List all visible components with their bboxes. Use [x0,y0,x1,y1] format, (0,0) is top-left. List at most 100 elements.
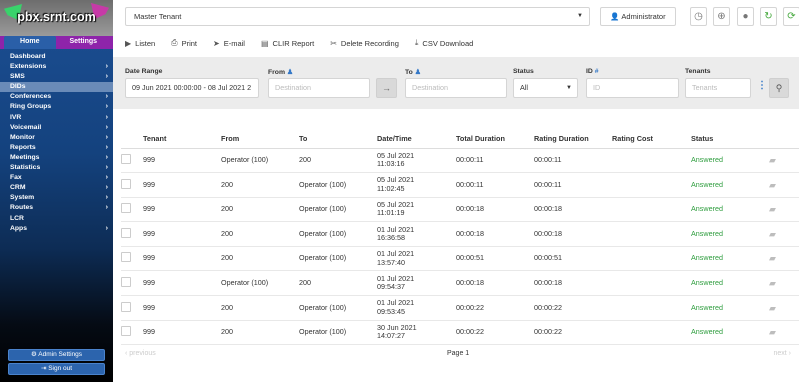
admin-settings-label: Admin Settings [38,351,82,358]
folder-icon[interactable]: ▰ [769,270,799,297]
cell-rating-duration: 00:00:11 [534,148,612,174]
more-options-icon[interactable]: ⋮ [757,80,767,91]
sidebar-item-apps[interactable]: Apps › [0,224,113,234]
row-checkbox[interactable] [121,148,143,174]
table-row[interactable]: 999 Operator (100) 200 05 Jul 2021 11:03:16 0… [121,148,799,174]
search-button[interactable]: ⚲ [769,78,789,98]
csv-download-button[interactable]: ⤓ CSV Download [415,37,473,49]
from-input[interactable]: Destination [268,78,370,98]
checkbox[interactable] [121,154,131,165]
user-menu-button[interactable]: 👤 Administrator [600,7,676,26]
header-total-duration[interactable]: Total Duration [456,130,534,149]
sidebar-item-lcr[interactable]: LCR [0,214,113,224]
next-page-link[interactable]: next › [773,350,791,357]
sync-icon[interactable]: ⟳ [783,7,799,26]
folder-icon[interactable]: ▰ [769,197,799,223]
status-select[interactable]: All ▼ [513,78,578,98]
header-rating-duration[interactable]: Rating Duration [534,130,612,149]
row-checkbox[interactable] [121,172,143,198]
tenants-input[interactable]: Tenants [685,78,751,98]
globe-icon[interactable]: ● [737,7,754,26]
sidebar-item-ring-groups[interactable]: Ring Groups › [0,102,113,112]
header-datetime[interactable]: Date/Time [377,130,456,149]
chevron-right-icon: › [105,63,108,71]
sidebar-item-statistics[interactable]: Statistics › [0,163,113,173]
previous-page-link[interactable]: ‹ previous [125,350,156,357]
checkbox[interactable] [121,326,131,337]
sidebar-item-system[interactable]: System › [0,193,113,203]
sidebar-item-conferences[interactable]: Conferences › [0,92,113,102]
cell-rating-duration: 00:00:22 [534,295,612,321]
header-tenant[interactable]: Tenant [143,130,221,149]
sign-out-button[interactable]: ⇥ Sign out [8,363,105,375]
filter-panel: Date Range 09 Jun 2021 00:00:00 - 08 Jul… [113,57,799,109]
sidebar-item-monitor[interactable]: Monitor › [0,133,113,143]
id-input[interactable]: ID [586,78,679,98]
arrow-right-icon[interactable]: → [376,78,397,98]
sidebar-item-crm[interactable]: CRM › [0,183,113,193]
sidebar-item-ivr[interactable]: IVR › [0,113,113,123]
checkbox[interactable] [121,203,131,214]
folder-icon[interactable]: ▰ [769,295,799,321]
clock-icon[interactable]: ◷ [690,7,707,26]
listen-button[interactable]: ▶ Listen [125,37,155,49]
logo[interactable]: pbx.srnt.com [0,0,113,36]
header-to[interactable]: To [299,130,377,149]
refresh-icon[interactable]: ↻ [760,7,777,26]
sidebar-item-meetings[interactable]: Meetings › [0,153,113,163]
header-status[interactable]: Status [691,130,769,149]
row-checkbox[interactable] [121,270,143,297]
row-checkbox[interactable] [121,320,143,346]
sidebar-item-routes[interactable]: Routes › [0,203,113,213]
tab-settings[interactable]: Settings [58,36,110,49]
table-row[interactable]: 999 200 Operator (100) 01 Jul 2021 16:36:58 0… [121,221,799,247]
tenant-select[interactable]: Master Tenant ▼ [125,7,590,26]
email-button[interactable]: ➤ E-mail [213,37,245,49]
admin-settings-button[interactable]: ⚙ Admin Settings [8,349,105,361]
row-checkbox[interactable] [121,197,143,223]
folder-icon[interactable]: ▰ [769,246,799,272]
row-checkbox[interactable] [121,246,143,272]
folder-icon[interactable]: ▰ [769,221,799,247]
cell-tenant: 999 [143,246,221,272]
chevron-right-icon: › [105,123,108,131]
delete-recording-button[interactable]: ✂ Delete Recording [330,37,399,49]
folder-icon[interactable]: ▰ [769,172,799,198]
row-checkbox[interactable] [121,221,143,247]
sidebar-item-reports[interactable]: Reports › [0,143,113,153]
table-row[interactable]: 999 200 Operator (100) 05 Jul 2021 11:01:19 0… [121,197,799,223]
sidebar-item-extensions[interactable]: Extensions › [0,62,113,72]
cdr-report-button[interactable]: ▤ CLIR Report [261,37,314,49]
to-input[interactable]: Destination [405,78,507,98]
lifebuoy-icon[interactable]: ⊕ [713,7,730,26]
checkbox[interactable] [121,227,131,238]
cell-tenant: 999 [143,295,221,321]
table-row[interactable]: 999 200 Operator (100) 05 Jul 2021 11:02:45 0… [121,172,799,198]
cell-rating-cost [612,221,691,247]
table-row[interactable]: 999 200 Operator (100) 30 Jun 2021 14:07:27 0… [121,320,799,346]
print-button[interactable]: ⎙ Print [171,37,197,49]
header-rating-cost[interactable]: Rating Cost [612,130,691,149]
sidebar-item-voicemail[interactable]: Voicemail › [0,123,113,133]
cell-from: 200 [221,221,299,247]
sidebar-item-fax[interactable]: Fax › [0,173,113,183]
folder-icon[interactable]: ▰ [769,320,799,346]
table-row[interactable]: 999 Operator (100) 200 01 Jul 2021 09:54:37 0… [121,270,799,297]
checkbox[interactable] [121,252,131,263]
tab-home[interactable]: Home [4,36,56,49]
checkbox[interactable] [121,301,131,312]
print-label: Print [181,38,197,48]
sidebar-item-dids[interactable]: DIDs [0,82,113,93]
sidebar-item-sms[interactable]: SMS › [0,72,113,82]
header-from[interactable]: From [221,130,299,149]
table-row[interactable]: 999 200 Operator (100) 01 Jul 2021 13:57:40 0… [121,246,799,272]
folder-icon[interactable]: ▰ [769,148,799,174]
header-actions [769,130,799,149]
sidebar-tabs: Home Settings [0,36,113,49]
table-row[interactable]: 999 200 Operator (100) 01 Jul 2021 09:53:45 0… [121,295,799,321]
checkbox[interactable] [121,277,131,288]
checkbox[interactable] [121,178,131,189]
sidebar-item-dashboard[interactable]: Dashboard [0,52,113,62]
date-range-input[interactable]: 09 Jun 2021 00:00:00 - 08 Jul 2021 2 [125,78,259,98]
row-checkbox[interactable] [121,295,143,321]
